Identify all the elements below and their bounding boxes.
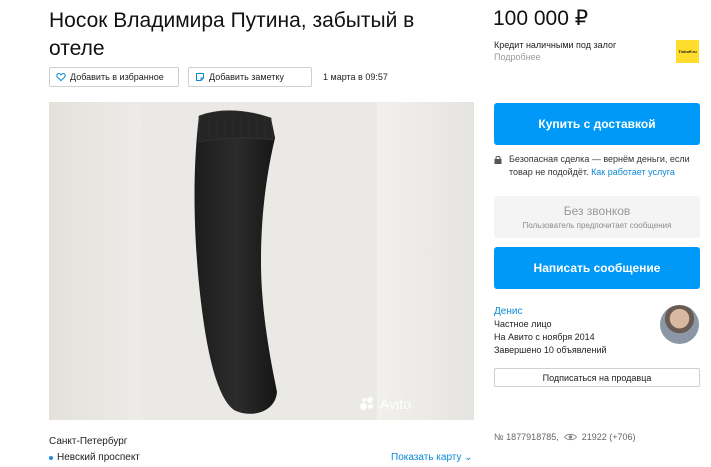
chevron-down-icon: ⌄ [464, 452, 473, 463]
favorites-label: Добавить в избранное [70, 72, 164, 82]
note-label: Добавить заметку [209, 72, 284, 82]
metro-name: Невский проспект [57, 452, 140, 463]
no-calls-sub: Пользователь предпочитает сообщения [522, 221, 672, 230]
heart-icon [56, 73, 66, 82]
lock-icon [494, 155, 502, 164]
show-map-label: Показать карту [391, 452, 462, 463]
city: Санкт-Петербург [49, 436, 128, 447]
show-map-link[interactable]: Показать карту ⌄ [391, 452, 473, 463]
add-note-button[interactable]: Добавить заметку [188, 67, 312, 87]
credit-offer[interactable]: Кредит наличными под залог Подробнее [494, 39, 664, 63]
add-to-favorites-button[interactable]: Добавить в избранное [49, 67, 179, 87]
listing-photo[interactable]: Avito [49, 102, 474, 420]
avito-watermark: Avito [360, 396, 411, 412]
credit-text: Кредит наличными под залог [494, 40, 617, 50]
no-calls-button[interactable]: Без звонков Пользователь предпочитает со… [494, 196, 700, 238]
seller-name-link[interactable]: Денис [494, 305, 654, 318]
seller-type: Частное лицо [494, 319, 552, 329]
eye-icon [563, 433, 577, 441]
credit-more-link[interactable]: Подробнее [494, 51, 664, 63]
publish-date: 1 марта в 09:57 [323, 72, 388, 82]
listing-number: № 1877918785, [494, 432, 559, 442]
listing-meta: № 1877918785, 21922 (+706) [494, 432, 636, 442]
page-title: Носок Владимира Путина, забытый в отеле [49, 9, 415, 60]
price: 100 000 ₽ [493, 7, 589, 30]
subscribe-label: Подписаться на продавца [542, 372, 652, 383]
avito-logo-icon [360, 397, 376, 411]
avatar[interactable] [660, 305, 699, 344]
subscribe-seller-button[interactable]: Подписаться на продавца [494, 368, 700, 387]
bank-logo[interactable]: Tinkoff.ru [676, 40, 699, 63]
sock-image [194, 110, 277, 414]
buy-with-delivery-button[interactable]: Купить с доставкой [494, 103, 700, 145]
seller-since: На Авито с ноября 2014 [494, 332, 595, 342]
no-calls-label: Без звонков [563, 204, 631, 218]
note-icon [196, 73, 204, 81]
watermark-text: Avito [380, 396, 411, 412]
safe-deal-info: Безопасная сделка — вернём деньги, если … [494, 153, 704, 179]
seller-info: Денис Частное лицо На Авито с ноября 201… [494, 305, 654, 357]
buy-label: Купить с доставкой [538, 117, 656, 131]
message-label: Написать сообщение [533, 261, 661, 275]
write-message-button[interactable]: Написать сообщение [494, 247, 700, 289]
metro-dot-icon [49, 455, 53, 460]
seller-completed: Завершено 10 объявлений [494, 345, 607, 355]
how-it-works-link[interactable]: Как работает услуга [591, 167, 675, 177]
metro-station: Невский проспект [49, 452, 140, 463]
listing-actions: Добавить в избранное Добавить заметку 1 … [49, 67, 388, 87]
views-count: 21922 (+706) [581, 432, 636, 442]
